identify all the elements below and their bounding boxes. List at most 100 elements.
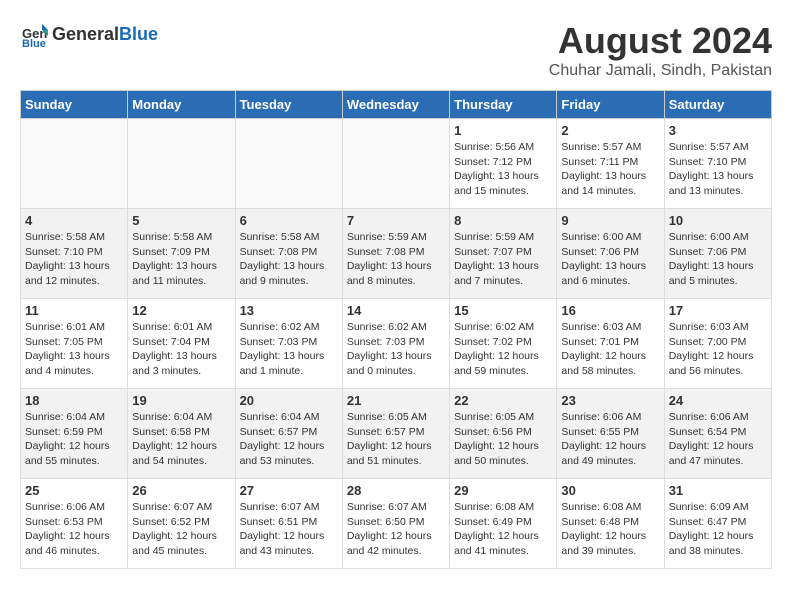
cell-content: Sunrise: 6:03 AM Sunset: 7:00 PM Dayligh… <box>669 320 767 379</box>
cell-content: Sunrise: 5:57 AM Sunset: 7:11 PM Dayligh… <box>561 140 659 199</box>
day-number: 30 <box>561 483 659 498</box>
subtitle: Chuhar Jamali, Sindh, Pakistan <box>549 62 772 80</box>
calendar-cell: 20 Sunrise: 6:04 AM Sunset: 6:57 PM Dayli… <box>235 389 342 479</box>
cell-content: Sunrise: 6:02 AM Sunset: 7:03 PM Dayligh… <box>347 320 445 379</box>
calendar-cell: 16Sunrise: 6:03 AM Sunset: 7:01 PM Dayli… <box>557 299 664 389</box>
title-block: August 2024 Chuhar Jamali, Sindh, Pakist… <box>549 20 772 80</box>
cell-content: Sunrise: 6:05 AM Sunset: 6:56 PM Dayligh… <box>454 410 552 469</box>
logo-blue: Blue <box>119 24 158 44</box>
logo-general: General <box>52 24 119 44</box>
day-number: 8 <box>454 213 552 228</box>
day-number: 19 <box>132 393 230 408</box>
day-number: 7 <box>347 213 445 228</box>
calendar-week-5: 25 Sunrise: 6:06 AM Sunset: 6:53 PM Dayli… <box>21 479 772 569</box>
day-number: 3 <box>669 123 767 138</box>
day-number: 26 <box>132 483 230 498</box>
cell-content: Sunrise: 5:58 AM Sunset: 7:10 PM Dayligh… <box>25 230 123 289</box>
calendar-cell: 22 Sunrise: 6:05 AM Sunset: 6:56 PM Dayli… <box>450 389 557 479</box>
calendar-cell: 21 Sunrise: 6:05 AM Sunset: 6:57 PM Dayli… <box>342 389 449 479</box>
svg-text:Blue: Blue <box>22 38 46 48</box>
day-number: 11 <box>25 303 123 318</box>
calendar-cell: 6 Sunrise: 5:58 AM Sunset: 7:08 PM Daylig… <box>235 209 342 299</box>
calendar-cell: 26 Sunrise: 6:07 AM Sunset: 6:52 PM Dayli… <box>128 479 235 569</box>
day-number: 2 <box>561 123 659 138</box>
calendar-cell: 30Sunrise: 6:08 AM Sunset: 6:48 PM Dayli… <box>557 479 664 569</box>
cell-content: Sunrise: 5:56 AM Sunset: 7:12 PM Dayligh… <box>454 140 552 199</box>
cell-content: Sunrise: 6:03 AM Sunset: 7:01 PM Dayligh… <box>561 320 659 379</box>
cell-content: Sunrise: 6:00 AM Sunset: 7:06 PM Dayligh… <box>561 230 659 289</box>
cell-content: Sunrise: 6:07 AM Sunset: 6:52 PM Dayligh… <box>132 500 230 559</box>
day-number: 9 <box>561 213 659 228</box>
cell-content: Sunrise: 6:04 AM Sunset: 6:59 PM Dayligh… <box>25 410 123 469</box>
cell-content: Sunrise: 6:07 AM Sunset: 6:51 PM Dayligh… <box>240 500 338 559</box>
logo: Gen Blue GeneralBlue <box>20 20 158 48</box>
calendar-cell: 8 Sunrise: 5:59 AM Sunset: 7:07 PM Daylig… <box>450 209 557 299</box>
calendar-cell: 1 Sunrise: 5:56 AM Sunset: 7:12 PM Daylig… <box>450 119 557 209</box>
calendar-cell: 14Sunrise: 6:02 AM Sunset: 7:03 PM Dayli… <box>342 299 449 389</box>
calendar-cell: 29Sunrise: 6:08 AM Sunset: 6:49 PM Dayli… <box>450 479 557 569</box>
day-number: 15 <box>454 303 552 318</box>
day-number: 25 <box>25 483 123 498</box>
calendar-cell: 10 Sunrise: 6:00 AM Sunset: 7:06 PM Dayli… <box>664 209 771 299</box>
day-number: 20 <box>240 393 338 408</box>
weekday-header-sunday: Sunday <box>21 91 128 119</box>
calendar-cell: 9 Sunrise: 6:00 AM Sunset: 7:06 PM Daylig… <box>557 209 664 299</box>
calendar-cell: 3 Sunrise: 5:57 AM Sunset: 7:10 PM Daylig… <box>664 119 771 209</box>
day-number: 1 <box>454 123 552 138</box>
day-number: 22 <box>454 393 552 408</box>
cell-content: Sunrise: 6:08 AM Sunset: 6:49 PM Dayligh… <box>454 500 552 559</box>
day-number: 24 <box>669 393 767 408</box>
cell-content: Sunrise: 6:04 AM Sunset: 6:58 PM Dayligh… <box>132 410 230 469</box>
cell-content: Sunrise: 6:06 AM Sunset: 6:53 PM Dayligh… <box>25 500 123 559</box>
calendar-cell: 18 Sunrise: 6:04 AM Sunset: 6:59 PM Dayli… <box>21 389 128 479</box>
cell-content: Sunrise: 6:04 AM Sunset: 6:57 PM Dayligh… <box>240 410 338 469</box>
weekday-header-row: SundayMondayTuesdayWednesdayThursdayFrid… <box>21 91 772 119</box>
cell-content: Sunrise: 5:59 AM Sunset: 7:08 PM Dayligh… <box>347 230 445 289</box>
weekday-header-monday: Monday <box>128 91 235 119</box>
cell-content: Sunrise: 5:58 AM Sunset: 7:09 PM Dayligh… <box>132 230 230 289</box>
cell-content: Sunrise: 6:00 AM Sunset: 7:06 PM Dayligh… <box>669 230 767 289</box>
day-number: 12 <box>132 303 230 318</box>
day-number: 28 <box>347 483 445 498</box>
calendar-week-1: 1 Sunrise: 5:56 AM Sunset: 7:12 PM Daylig… <box>21 119 772 209</box>
calendar-cell: 19 Sunrise: 6:04 AM Sunset: 6:58 PM Dayli… <box>128 389 235 479</box>
calendar-table: SundayMondayTuesdayWednesdayThursdayFrid… <box>20 90 772 569</box>
day-number: 4 <box>25 213 123 228</box>
calendar-cell: 17 Sunrise: 6:03 AM Sunset: 7:00 PM Dayli… <box>664 299 771 389</box>
calendar-cell: 5 Sunrise: 5:58 AM Sunset: 7:09 PM Daylig… <box>128 209 235 299</box>
weekday-header-thursday: Thursday <box>450 91 557 119</box>
calendar-week-4: 18 Sunrise: 6:04 AM Sunset: 6:59 PM Dayli… <box>21 389 772 479</box>
day-number: 17 <box>669 303 767 318</box>
page-header: Gen Blue GeneralBlue August 2024 Chuhar … <box>20 20 772 80</box>
day-number: 5 <box>132 213 230 228</box>
calendar-cell: 15 Sunrise: 6:02 AM Sunset: 7:02 PM Dayli… <box>450 299 557 389</box>
day-number: 27 <box>240 483 338 498</box>
calendar-cell: 27 Sunrise: 6:07 AM Sunset: 6:51 PM Dayli… <box>235 479 342 569</box>
calendar-cell: 28Sunrise: 6:07 AM Sunset: 6:50 PM Dayli… <box>342 479 449 569</box>
cell-content: Sunrise: 5:58 AM Sunset: 7:08 PM Dayligh… <box>240 230 338 289</box>
day-number: 10 <box>669 213 767 228</box>
weekday-header-tuesday: Tuesday <box>235 91 342 119</box>
day-number: 18 <box>25 393 123 408</box>
day-number: 21 <box>347 393 445 408</box>
cell-content: Sunrise: 5:59 AM Sunset: 7:07 PM Dayligh… <box>454 230 552 289</box>
cell-content: Sunrise: 6:06 AM Sunset: 6:54 PM Dayligh… <box>669 410 767 469</box>
calendar-cell <box>128 119 235 209</box>
cell-content: Sunrise: 6:02 AM Sunset: 7:02 PM Dayligh… <box>454 320 552 379</box>
weekday-header-friday: Friday <box>557 91 664 119</box>
calendar-cell: 11 Sunrise: 6:01 AM Sunset: 7:05 PM Dayli… <box>21 299 128 389</box>
cell-content: Sunrise: 5:57 AM Sunset: 7:10 PM Dayligh… <box>669 140 767 199</box>
calendar-cell: 4 Sunrise: 5:58 AM Sunset: 7:10 PM Daylig… <box>21 209 128 299</box>
cell-content: Sunrise: 6:01 AM Sunset: 7:05 PM Dayligh… <box>25 320 123 379</box>
calendar-cell <box>342 119 449 209</box>
weekday-header-saturday: Saturday <box>664 91 771 119</box>
weekday-header-wednesday: Wednesday <box>342 91 449 119</box>
calendar-cell <box>235 119 342 209</box>
calendar-cell: 13Sunrise: 6:02 AM Sunset: 7:03 PM Dayli… <box>235 299 342 389</box>
calendar-cell: 7 Sunrise: 5:59 AM Sunset: 7:08 PM Daylig… <box>342 209 449 299</box>
calendar-cell: 25 Sunrise: 6:06 AM Sunset: 6:53 PM Dayli… <box>21 479 128 569</box>
cell-content: Sunrise: 6:05 AM Sunset: 6:57 PM Dayligh… <box>347 410 445 469</box>
day-number: 6 <box>240 213 338 228</box>
calendar-cell: 24 Sunrise: 6:06 AM Sunset: 6:54 PM Dayli… <box>664 389 771 479</box>
cell-content: Sunrise: 6:09 AM Sunset: 6:47 PM Dayligh… <box>669 500 767 559</box>
